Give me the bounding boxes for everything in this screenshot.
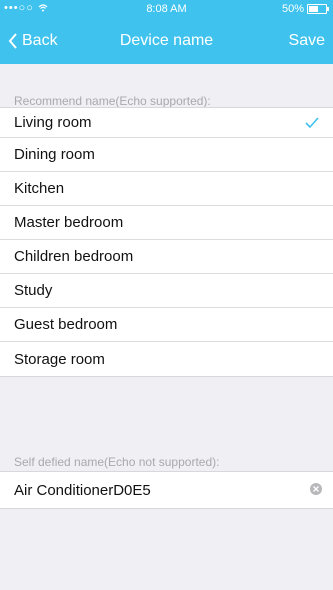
list-item-label: Dining room xyxy=(14,146,95,163)
list-item-label: Storage room xyxy=(14,350,105,368)
page-title: Device name xyxy=(119,32,214,49)
list-item-label: Guest bedroom xyxy=(14,316,118,333)
list-item-label: Children bedroom xyxy=(14,248,134,265)
list-item-label: Study xyxy=(14,282,53,299)
custom-name-field[interactable]: Air ConditionerD0E5 xyxy=(0,472,333,508)
battery-status: 50% xyxy=(281,3,329,15)
list-item[interactable]: Guest bedroom xyxy=(0,308,333,342)
list-item[interactable]: Storage room xyxy=(0,342,333,376)
recommend-list: Living room Dining room Kitchen Master b… xyxy=(0,107,333,377)
custom-name-value: Air ConditionerD0E5 xyxy=(14,481,151,499)
list-item[interactable]: Living room xyxy=(0,108,333,138)
status-bar: •••○○ 8:08 AM 50% xyxy=(0,0,333,20)
list-item[interactable]: Dining room xyxy=(0,138,333,172)
navigation-bar: Back Device name Save xyxy=(0,20,333,64)
custom-name-list: Air ConditionerD0E5 xyxy=(0,471,333,509)
list-item[interactable]: Master bedroom xyxy=(0,206,333,240)
list-item-label: Living room xyxy=(14,114,92,131)
checkmark-icon xyxy=(305,117,319,129)
custom-section-label: Self defied name(Echo not supported): xyxy=(14,455,220,469)
battery-icon xyxy=(307,4,329,14)
recommend-section-label: Recommend name(Echo supported): xyxy=(14,94,211,108)
battery-percent: 50% xyxy=(281,3,304,15)
list-item[interactable]: Kitchen xyxy=(0,172,333,206)
list-item-label: Kitchen xyxy=(14,180,65,197)
list-item[interactable]: Children bedroom xyxy=(0,240,333,274)
save-button[interactable]: Save xyxy=(289,32,325,50)
list-item[interactable]: Study xyxy=(0,274,333,308)
clear-icon[interactable] xyxy=(309,482,323,496)
list-item-label: Master bedroom xyxy=(14,214,124,231)
